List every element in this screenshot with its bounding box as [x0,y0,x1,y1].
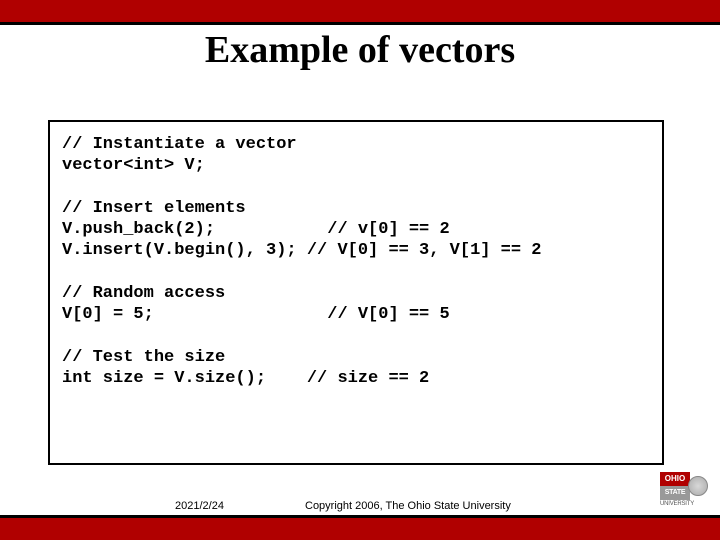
logo-text-ohio: OHIO [660,472,690,486]
bottom-band [0,515,720,540]
footer-date: 2021/2/24 [175,500,224,512]
logo-text-state: STATE [660,486,690,500]
slide: Example of vectors // Instantiate a vect… [0,0,720,540]
ohio-state-logo: OHIO STATE UNIVERSITY [660,472,708,512]
logo-text-university: UNIVERSITY [660,500,708,508]
logo-seal-icon [688,476,708,496]
code-box: // Instantiate a vector vector<int> V; /… [48,120,664,465]
code-listing: // Instantiate a vector vector<int> V; /… [62,134,650,389]
top-band [0,0,720,25]
footer-copyright: Copyright 2006, The Ohio State Universit… [305,500,511,512]
slide-title: Example of vectors [0,28,720,72]
